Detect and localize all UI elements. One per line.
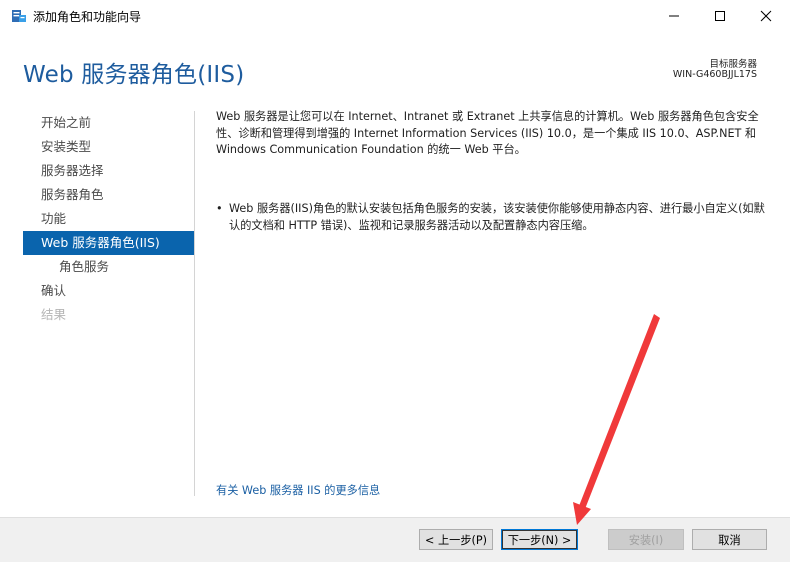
maximize-icon xyxy=(715,11,725,21)
previous-button[interactable]: < 上一步(P) xyxy=(419,529,493,550)
minimize-button[interactable] xyxy=(651,0,697,32)
maximize-button[interactable] xyxy=(697,0,743,32)
nav-item-server-roles[interactable]: 服务器角色 xyxy=(23,183,194,207)
target-server-label: 目标服务器 xyxy=(709,59,757,70)
nav-item-features[interactable]: 功能 xyxy=(23,207,194,231)
close-button[interactable] xyxy=(743,0,789,32)
nav-item-before-you-begin[interactable]: 开始之前 xyxy=(23,111,194,135)
page-title: Web 服务器角色(IIS) xyxy=(23,62,245,88)
minimize-icon xyxy=(669,15,679,17)
description-area: Web 服务器是让您可以在 Internet、Intranet 或 Extran… xyxy=(216,109,768,159)
nav-divider xyxy=(194,111,195,496)
nav-item-confirmation[interactable]: 确认 xyxy=(23,279,194,303)
bullet-text: Web 服务器(IIS)角色的默认安装包括角色服务的安装，该安装使你能够使用静态… xyxy=(229,202,765,232)
wizard-nav: 开始之前 安装类型 服务器选择 服务器角色 功能 Web 服务器角色(IIS) … xyxy=(23,111,194,327)
next-button[interactable]: 下一步(N) > xyxy=(501,529,578,550)
title-bar: 添加角色和功能向导 xyxy=(0,0,790,33)
window-title: 添加角色和功能向导 xyxy=(33,10,142,24)
server-manager-icon xyxy=(12,10,26,22)
install-button: 安装(I) xyxy=(608,529,684,550)
more-info-link[interactable]: 有关 Web 服务器 IIS 的更多信息 xyxy=(216,482,380,498)
nav-item-installation-type[interactable]: 安装类型 xyxy=(23,135,194,159)
nav-item-web-server-role[interactable]: Web 服务器角色(IIS) xyxy=(23,231,194,255)
cancel-button[interactable]: 取消 xyxy=(692,529,767,550)
nav-item-server-selection[interactable]: 服务器选择 xyxy=(23,159,194,183)
nav-item-results: 结果 xyxy=(41,307,67,322)
nav-item-role-services[interactable]: 角色服务 xyxy=(23,255,194,279)
intro-text: Web 服务器是让您可以在 Internet、Intranet 或 Extran… xyxy=(216,110,759,156)
bullet-item: • Web 服务器(IIS)角色的默认安装包括角色服务的安装，该安装使你能够使用… xyxy=(216,201,768,234)
close-icon xyxy=(760,10,772,22)
target-server-name: WIN-G460BJJL17S xyxy=(672,69,757,80)
bullet-symbol: • xyxy=(216,202,223,215)
